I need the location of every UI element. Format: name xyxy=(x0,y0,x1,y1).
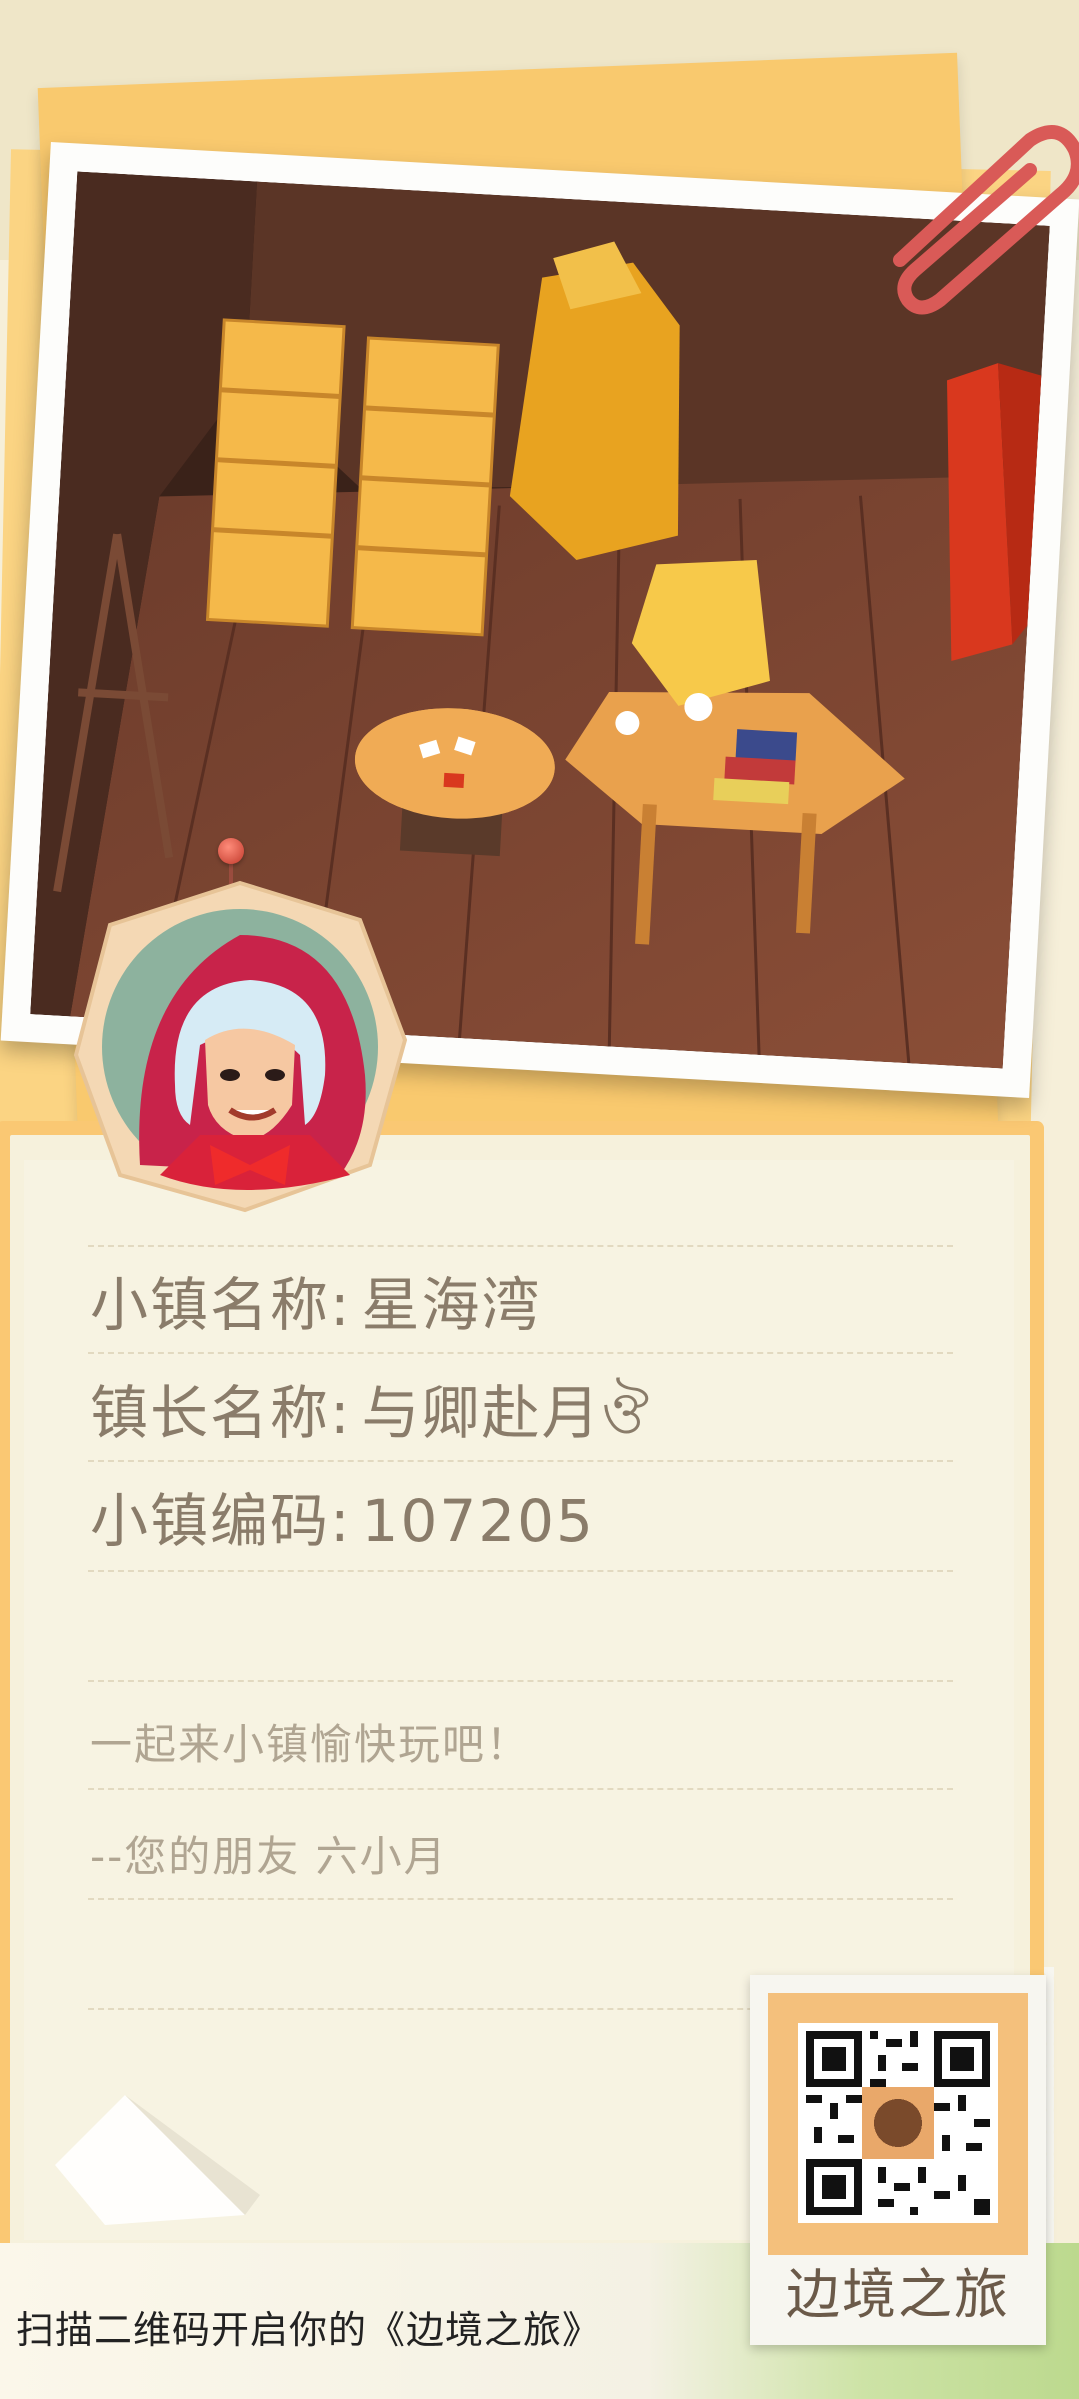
qr-code[interactable] xyxy=(798,2023,998,2223)
mayor-name-row: 镇长名称: 与卿赴月ঔ xyxy=(90,1373,651,1453)
mayor-name-value: 与卿赴月ঔ xyxy=(361,1379,652,1447)
divider xyxy=(88,1680,953,1682)
footer-cta: 扫描二维码开启你的《边境之旅》 xyxy=(16,2308,602,2352)
message-line: 一起来小镇愉快玩吧！ xyxy=(90,1720,531,1769)
town-name-value: 星海湾 xyxy=(361,1271,542,1339)
town-code-row: 小镇编码: 107205 xyxy=(90,1481,595,1561)
paper-clip-icon xyxy=(880,110,1079,360)
pushpin-icon xyxy=(218,838,244,864)
signature-line: --您的朋友 六小月 xyxy=(90,1832,448,1881)
town-code-label: 小镇编码: xyxy=(90,1487,352,1555)
stamp-frame xyxy=(768,1993,1028,2255)
qr-stamp[interactable]: 边境之旅 xyxy=(742,1967,1054,2353)
town-name-row: 小镇名称: 星海湾 xyxy=(90,1265,542,1345)
torn-paper-corner xyxy=(45,2075,275,2235)
town-name-label: 小镇名称: xyxy=(90,1271,352,1339)
divider xyxy=(88,1898,953,1900)
divider xyxy=(88,1788,953,1790)
mayor-name-label: 镇长名称: xyxy=(90,1379,352,1447)
stamp-title: 边境之旅 xyxy=(786,2263,1010,2326)
divider xyxy=(88,1245,953,1247)
mayor-avatar[interactable] xyxy=(70,875,410,1215)
town-code-value[interactable]: 107205 xyxy=(362,1487,595,1555)
divider xyxy=(88,1570,953,1572)
divider xyxy=(88,1460,953,1462)
divider xyxy=(88,1352,953,1354)
